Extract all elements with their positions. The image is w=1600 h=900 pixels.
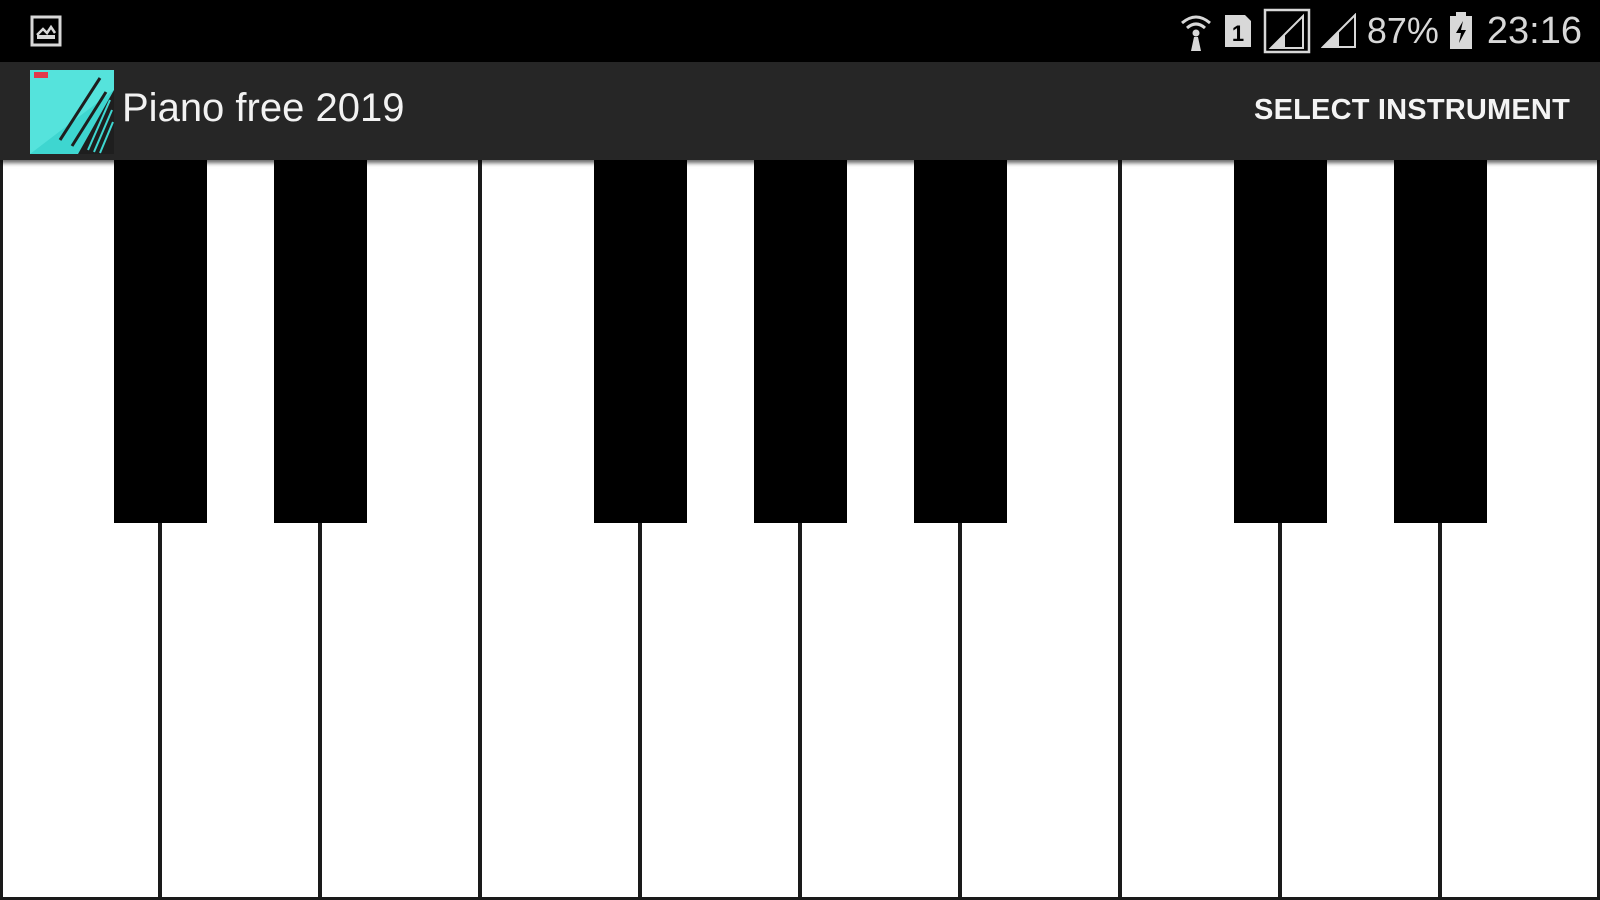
sim-1-icon: 1 [1223, 13, 1253, 49]
battery-percent: 87% [1366, 10, 1439, 51]
svg-text:1: 1 [1232, 21, 1244, 46]
app-bar: Piano free 2019 SELECT INSTRUMENT [0, 62, 1600, 160]
status-icons: 1 87% 23:16 [1179, 0, 1582, 62]
black-key-4[interactable] [754, 160, 847, 523]
black-key-5[interactable] [914, 160, 1007, 523]
status-bar: 1 87% 23:16 [0, 0, 1600, 62]
clock: 23:16 [1486, 9, 1582, 52]
wifi-icon [1179, 11, 1213, 51]
piano-app-icon [30, 70, 114, 154]
black-key-7[interactable] [1394, 160, 1487, 523]
app-title: Piano free 2019 [122, 86, 405, 130]
cell-signal-box-icon [1263, 8, 1311, 54]
gallery-notification-icon [30, 15, 62, 47]
black-key-2[interactable] [274, 160, 367, 523]
screen: 1 87% 23:16 Piano free 2019 SELECT INSTR… [0, 0, 1600, 900]
black-key-6[interactable] [1234, 160, 1327, 523]
piano-keyboard [0, 160, 1600, 900]
black-key-3[interactable] [594, 160, 687, 523]
select-instrument-button[interactable]: SELECT INSTRUMENT [1254, 94, 1570, 127]
battery-charging-icon [1449, 12, 1473, 50]
black-key-1[interactable] [114, 160, 207, 523]
cell-signal-icon [1320, 13, 1357, 49]
